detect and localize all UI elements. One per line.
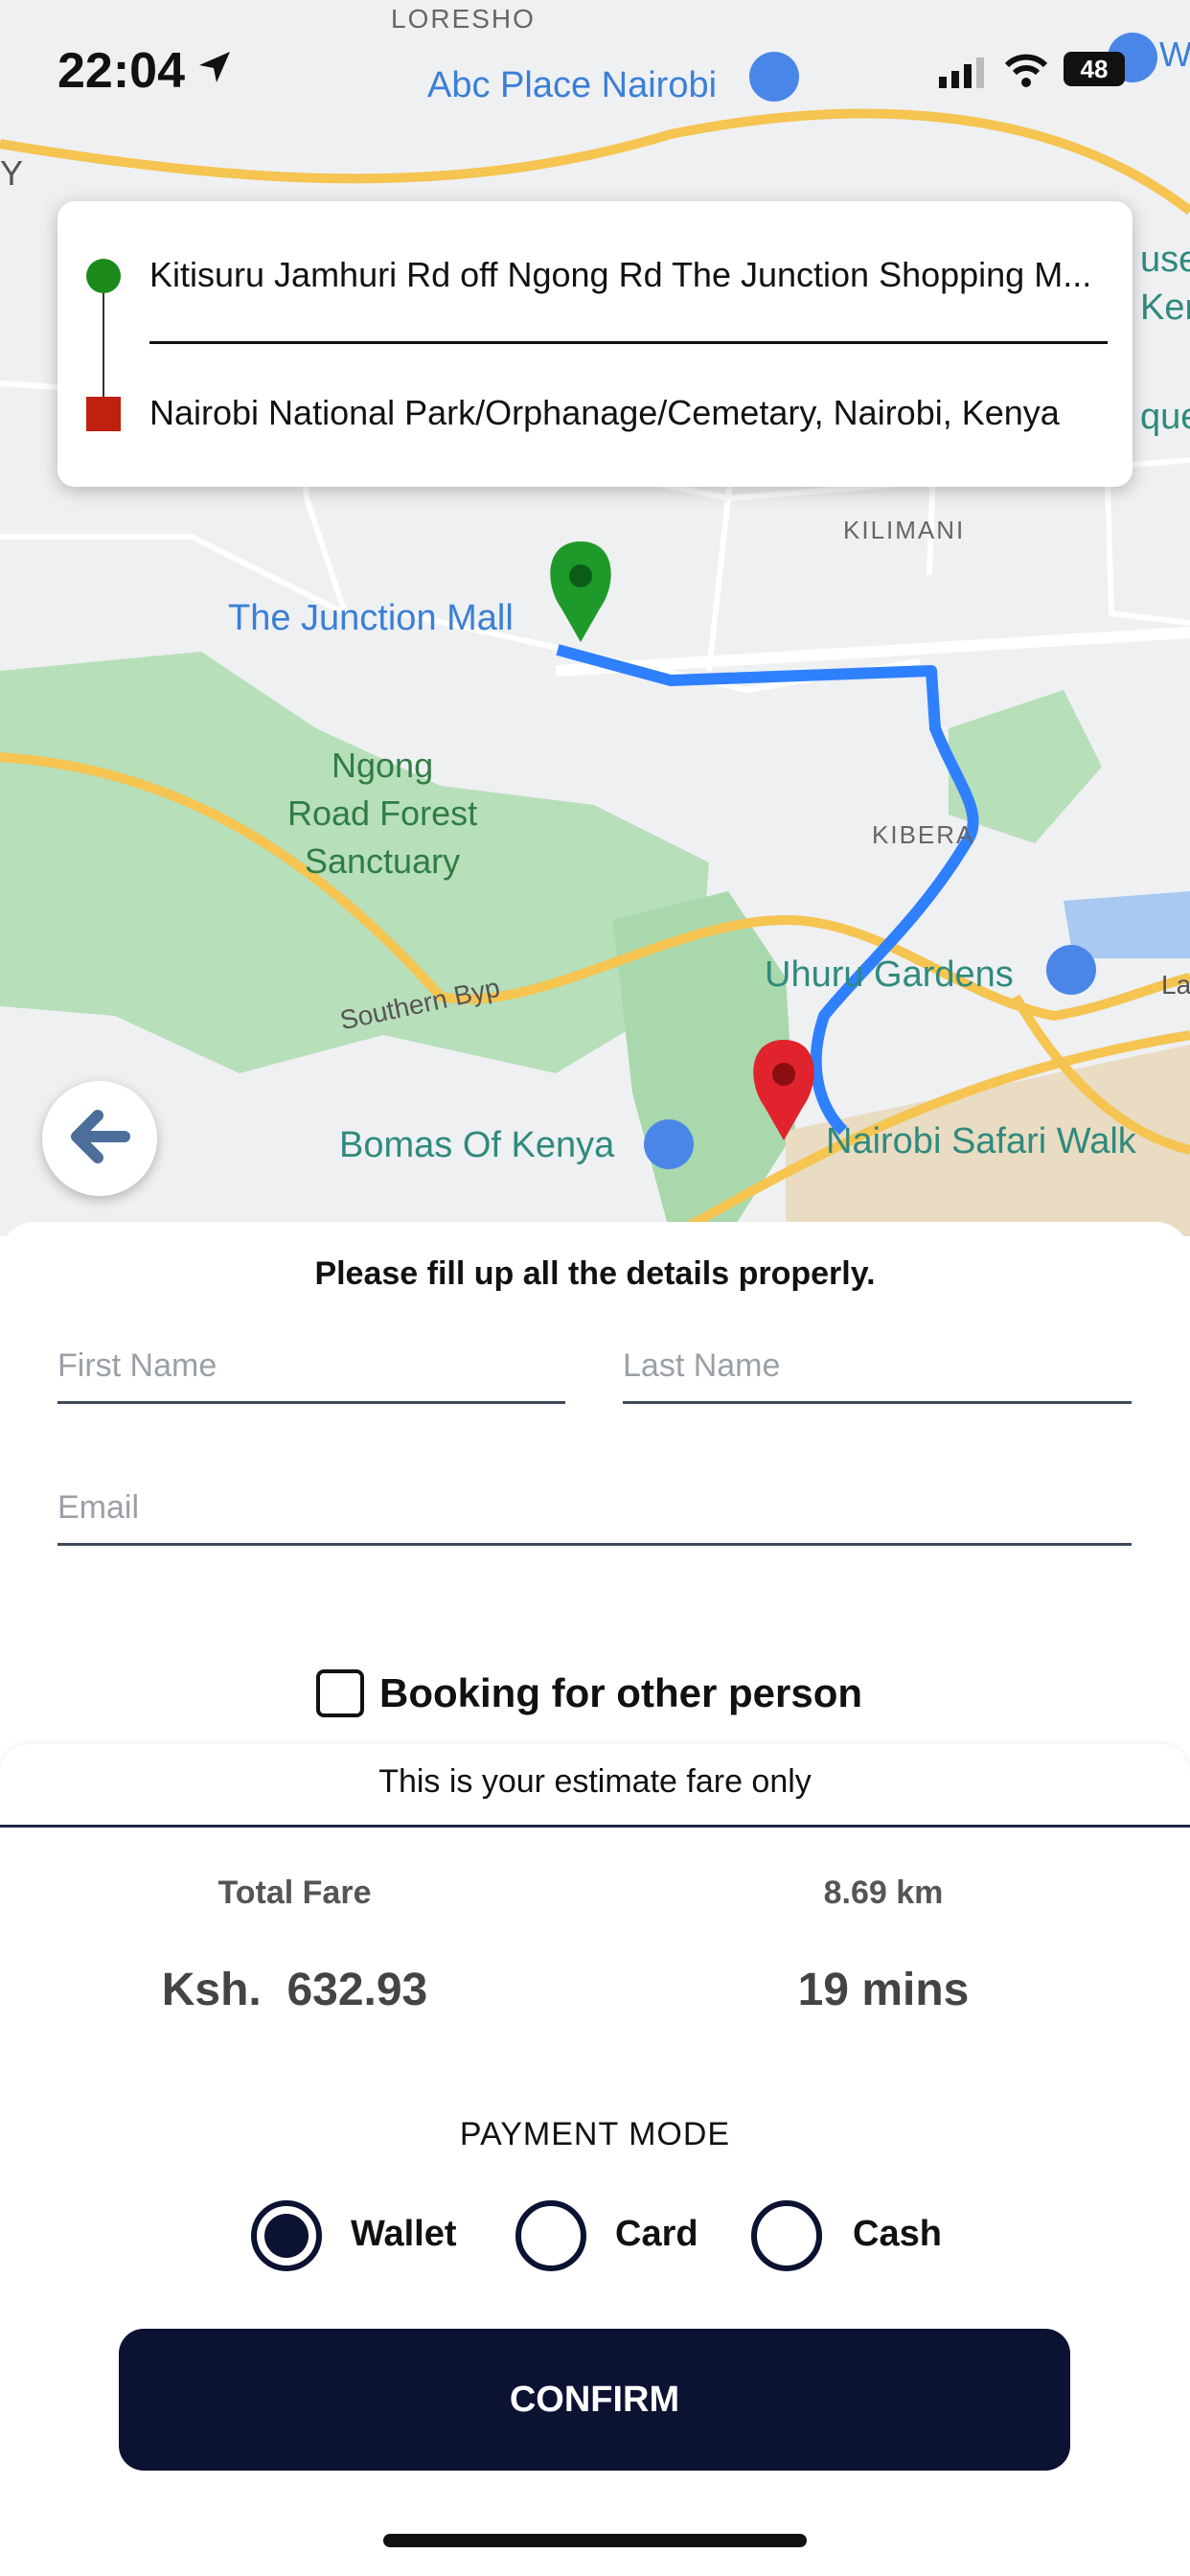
location-arrow-icon [195,48,234,91]
wifi-icon [1004,52,1048,93]
first-name-placeholder: First Name [57,1347,217,1384]
origin-pin [550,541,611,642]
battery-icon: 48 [1064,52,1125,86]
map-label-ngong-forest: Ngong Road Forest Sanctuary [287,746,478,881]
booking-other-label[interactable]: Booking for other person [379,1670,862,1716]
map-label-bomas[interactable]: Bomas Of Kenya [339,1125,614,1166]
origin-dot-icon [86,259,121,293]
payment-cash-radio[interactable] [751,2200,822,2271]
route-connector [103,293,104,399]
payment-card-label[interactable]: Card [615,2214,698,2255]
email-placeholder: Email [57,1489,140,1526]
distance-value: 8.69 km [823,1874,944,1911]
last-name-placeholder: Last Name [623,1347,781,1384]
first-name-field[interactable]: First Name [57,1334,565,1404]
payment-wallet-label[interactable]: Wallet [351,2214,457,2255]
destination-square-icon [86,397,121,431]
cellular-signal-icon [939,56,985,95]
trip-info-block: 8.69 km 19 mins [692,1874,1075,2016]
booking-other-row[interactable]: Booking for other person [316,1663,862,1724]
last-name-field[interactable]: Last Name [623,1334,1132,1404]
total-fare-label: Total Fare [217,1874,372,1911]
payment-wallet-radio[interactable] [251,2200,322,2271]
form-notice: Please fill up all the details properly. [314,1255,876,1292]
map-label-kilimani: KILIMANI [843,516,966,544]
map-label-edge-la: La [1161,970,1190,1000]
payment-mode-title: PAYMENT MODE [459,2116,731,2152]
total-fare-block: Total Fare Ksh. 632.93 [96,1874,493,2016]
map-label-edge-y: Y [0,153,24,193]
payment-cash-label[interactable]: Cash [853,2214,942,2255]
map-label-junction-mall[interactable]: The Junction Mall [228,598,514,639]
radio-selected-dot [264,2214,309,2258]
total-fare-value: Ksh. 632.93 [161,1965,428,2015]
duration-value: 19 mins [797,1965,970,2015]
destination-address[interactable]: Nairobi National Park/Orphanage/Cemetary… [149,393,1108,433]
status-bar: 22:04 48 [0,0,1190,134]
estimate-note: This is your estimate fare only [378,1763,812,1800]
confirm-button[interactable]: CONFIRM [119,2329,1070,2471]
map-label-edge-use: use [1140,240,1190,280]
map-view[interactable]: LORESHO Abc Place Nairobi The Junction M… [0,0,1190,1236]
back-button[interactable] [42,1081,157,1196]
arrow-left-icon [69,1109,130,1168]
status-time: 22:04 [57,43,185,99]
booking-other-checkbox[interactable] [316,1669,364,1717]
map-label-uhuru-gardens[interactable]: Uhuru Gardens [765,954,1014,996]
route-divider [149,341,1108,344]
map-label-kibera: KIBERA [872,820,975,849]
home-indicator[interactable] [383,2534,807,2547]
estimate-strip: This is your estimate fare only [0,1744,1190,1828]
route-card[interactable]: Kitisuru Jamhuri Rd off Ngong Rd The Jun… [57,201,1133,487]
origin-address[interactable]: Kitisuru Jamhuri Rd off Ngong Rd The Jun… [149,255,1108,295]
email-field[interactable]: Email [57,1476,1132,1546]
map-label-safari-walk[interactable]: Nairobi Safari Walk [826,1121,1136,1162]
map-label-edge-ken: Ken [1140,288,1190,328]
payment-card-radio[interactable] [515,2200,586,2271]
map-label-edge-que: que [1140,397,1190,437]
map-canvas [0,33,1190,1236]
